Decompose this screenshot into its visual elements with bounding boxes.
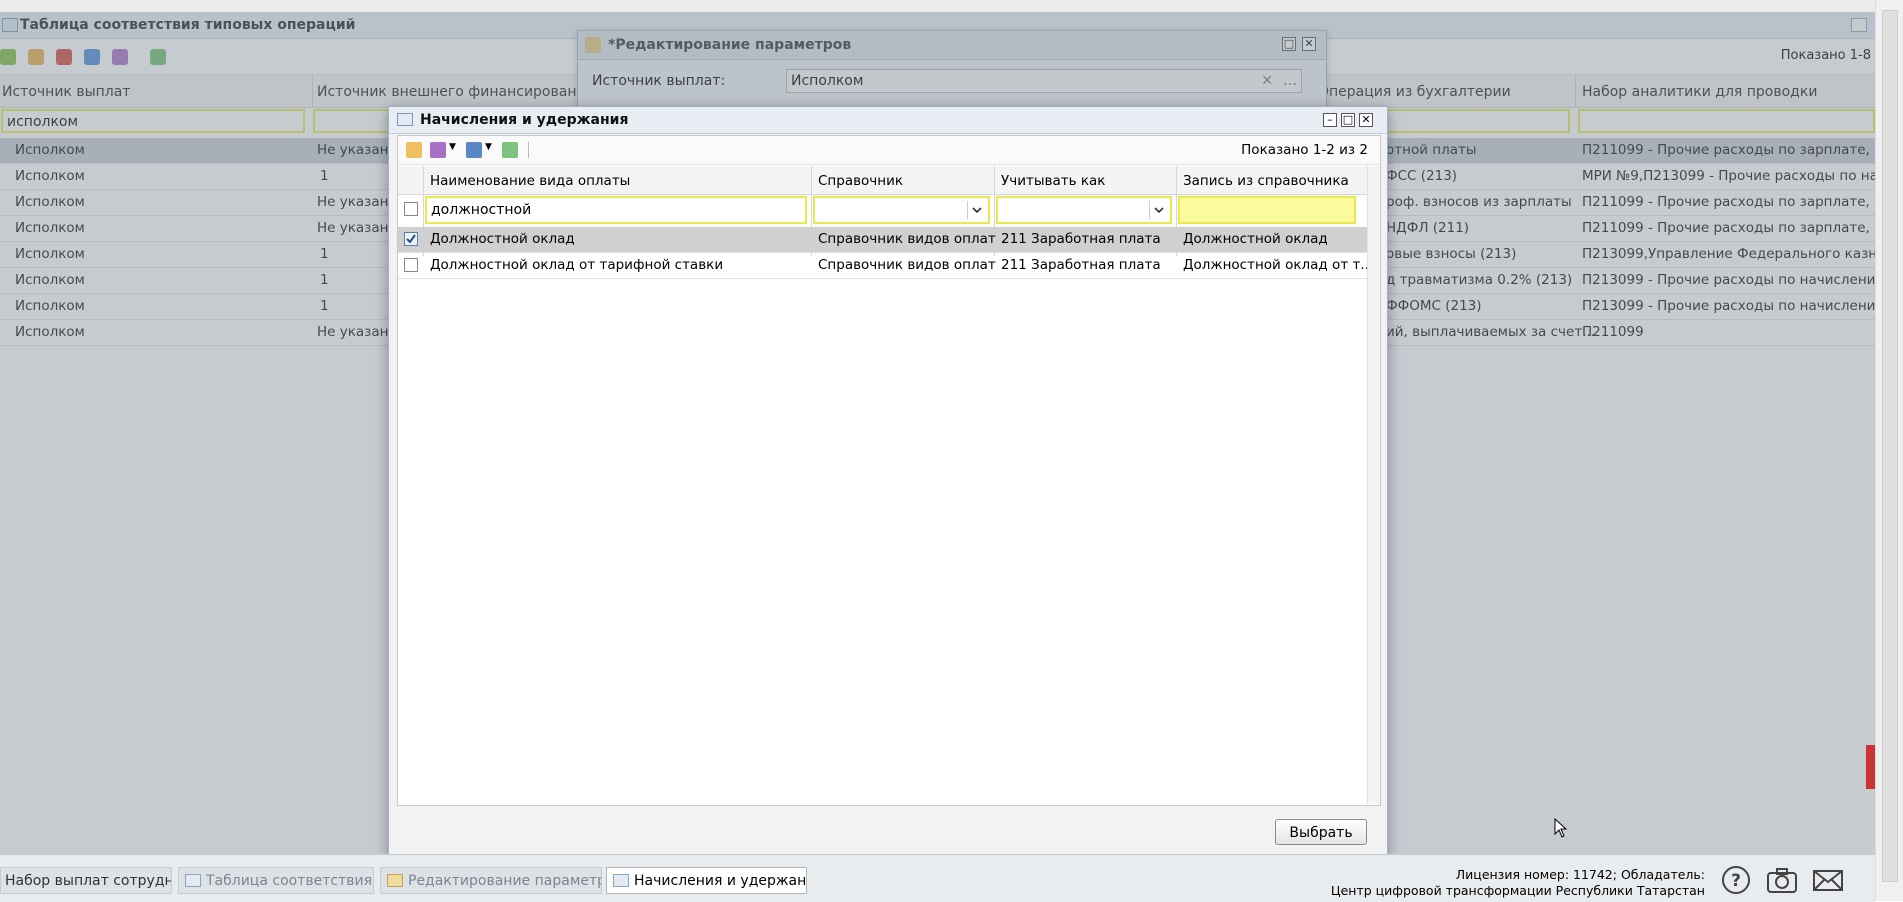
accruals-grid-panel: ▼ ▼ Показано 1-2 из 2 Наименование вида … [397,135,1381,806]
window-icon [185,874,201,887]
print-icon[interactable] [466,142,482,158]
task-tab-label: Начисления и удержания [634,873,807,889]
account-as-filter-select[interactable] [996,196,1172,224]
scrollbar-thumb[interactable] [1882,10,1898,882]
license-line-1: Лицензия номер: 11742; Обладатель: [1455,867,1705,882]
page-scrollbar[interactable] [1875,0,1903,901]
accruals-title: Начисления и удержания [420,112,629,128]
col-header-record[interactable]: Запись из справочника [1183,173,1349,189]
col-header-account-as[interactable]: Учитывать как [1001,173,1105,189]
select-button[interactable]: Выбрать [1275,819,1367,845]
accruals-shown-count: Показано 1-2 из 2 [1241,142,1368,158]
window-icon [613,874,629,887]
actions-menu-icon[interactable] [430,142,446,158]
help-icon[interactable]: ? [1720,865,1752,895]
reference-filter-select[interactable] [813,196,990,224]
accruals-grid-header: Наименование вида оплаты Справочник Учит… [398,166,1368,195]
task-tab-label: Набор выплат сотрудника [5,873,172,889]
accruals-titlebar: Начисления и удержания – □ ✕ [389,107,1387,134]
task-tab-label: Таблица соответствия т... [206,873,373,889]
cell-record: Должностной оклад от т... [1183,257,1368,273]
toolbar-divider [528,142,529,158]
cell-record: Должностной оклад [1183,231,1328,247]
license-line-2: Центр цифровой трансформации Республики … [1330,883,1705,898]
edit-icon[interactable] [406,142,422,158]
row-checkbox[interactable] [404,258,418,272]
chevron-down-icon[interactable]: ▼ [485,142,492,152]
refresh-icon[interactable] [502,142,518,158]
cell-payment-name: Должностной оклад от тарифной ставки [430,257,724,273]
camera-icon[interactable] [1766,865,1798,895]
mouse-cursor-icon [1554,818,1568,838]
payment-name-filter-input[interactable]: должностной [425,196,807,224]
cell-payment-name: Должностной оклад [430,231,575,247]
edit-doc-icon [387,874,403,887]
mail-icon[interactable] [1812,865,1844,895]
close-button[interactable]: ✕ [1359,113,1373,127]
task-tab-payments-set[interactable]: Набор выплат сотрудника [0,867,172,894]
task-tab-mapping-table[interactable]: Таблица соответствия т... [178,867,374,894]
cell-reference: Справочник видов оплат [818,231,996,247]
taskbar: Набор выплат сотрудника Таблица соответс… [0,854,1875,902]
accruals-dialog: Начисления и удержания – □ ✕ ▼ ▼ Показан… [388,106,1388,855]
svg-text:?: ? [1731,871,1741,891]
minimize-button[interactable]: – [1323,113,1337,127]
table-row[interactable]: Должностной оклад от тарифной ставки Спр… [398,253,1368,279]
cell-account-as: 211 Заработная плата [1001,257,1161,273]
record-filter-input[interactable] [1178,196,1356,224]
col-header-reference[interactable]: Справочник [818,173,903,189]
chevron-down-icon[interactable] [967,201,986,219]
col-header-payment-name[interactable]: Наименование вида оплаты [430,173,630,189]
license-info: Лицензия номер: 11742; Обладатель: Центр… [1331,867,1705,899]
task-tab-accruals[interactable]: Начисления и удержания [606,867,807,894]
window-icon [397,113,413,126]
task-tab-label: Редактирование параметров [408,873,602,889]
task-tab-edit-params[interactable]: Редактирование параметров [380,867,602,894]
maximize-button[interactable]: □ [1341,113,1355,127]
side-marker [1866,745,1875,789]
cell-reference: Справочник видов оплат [818,257,996,273]
chevron-down-icon[interactable]: ▼ [449,142,456,152]
table-row[interactable]: Должностной оклад Справочник видов оплат… [398,227,1368,253]
accruals-toolbar: ▼ ▼ Показано 1-2 из 2 [398,136,1380,165]
select-all-checkbox[interactable] [404,202,418,216]
chevron-down-icon[interactable] [1149,201,1168,219]
cell-account-as: 211 Заработная плата [1001,231,1161,247]
row-checkbox[interactable] [404,232,418,246]
grid-scrollbar[interactable] [1367,166,1380,804]
